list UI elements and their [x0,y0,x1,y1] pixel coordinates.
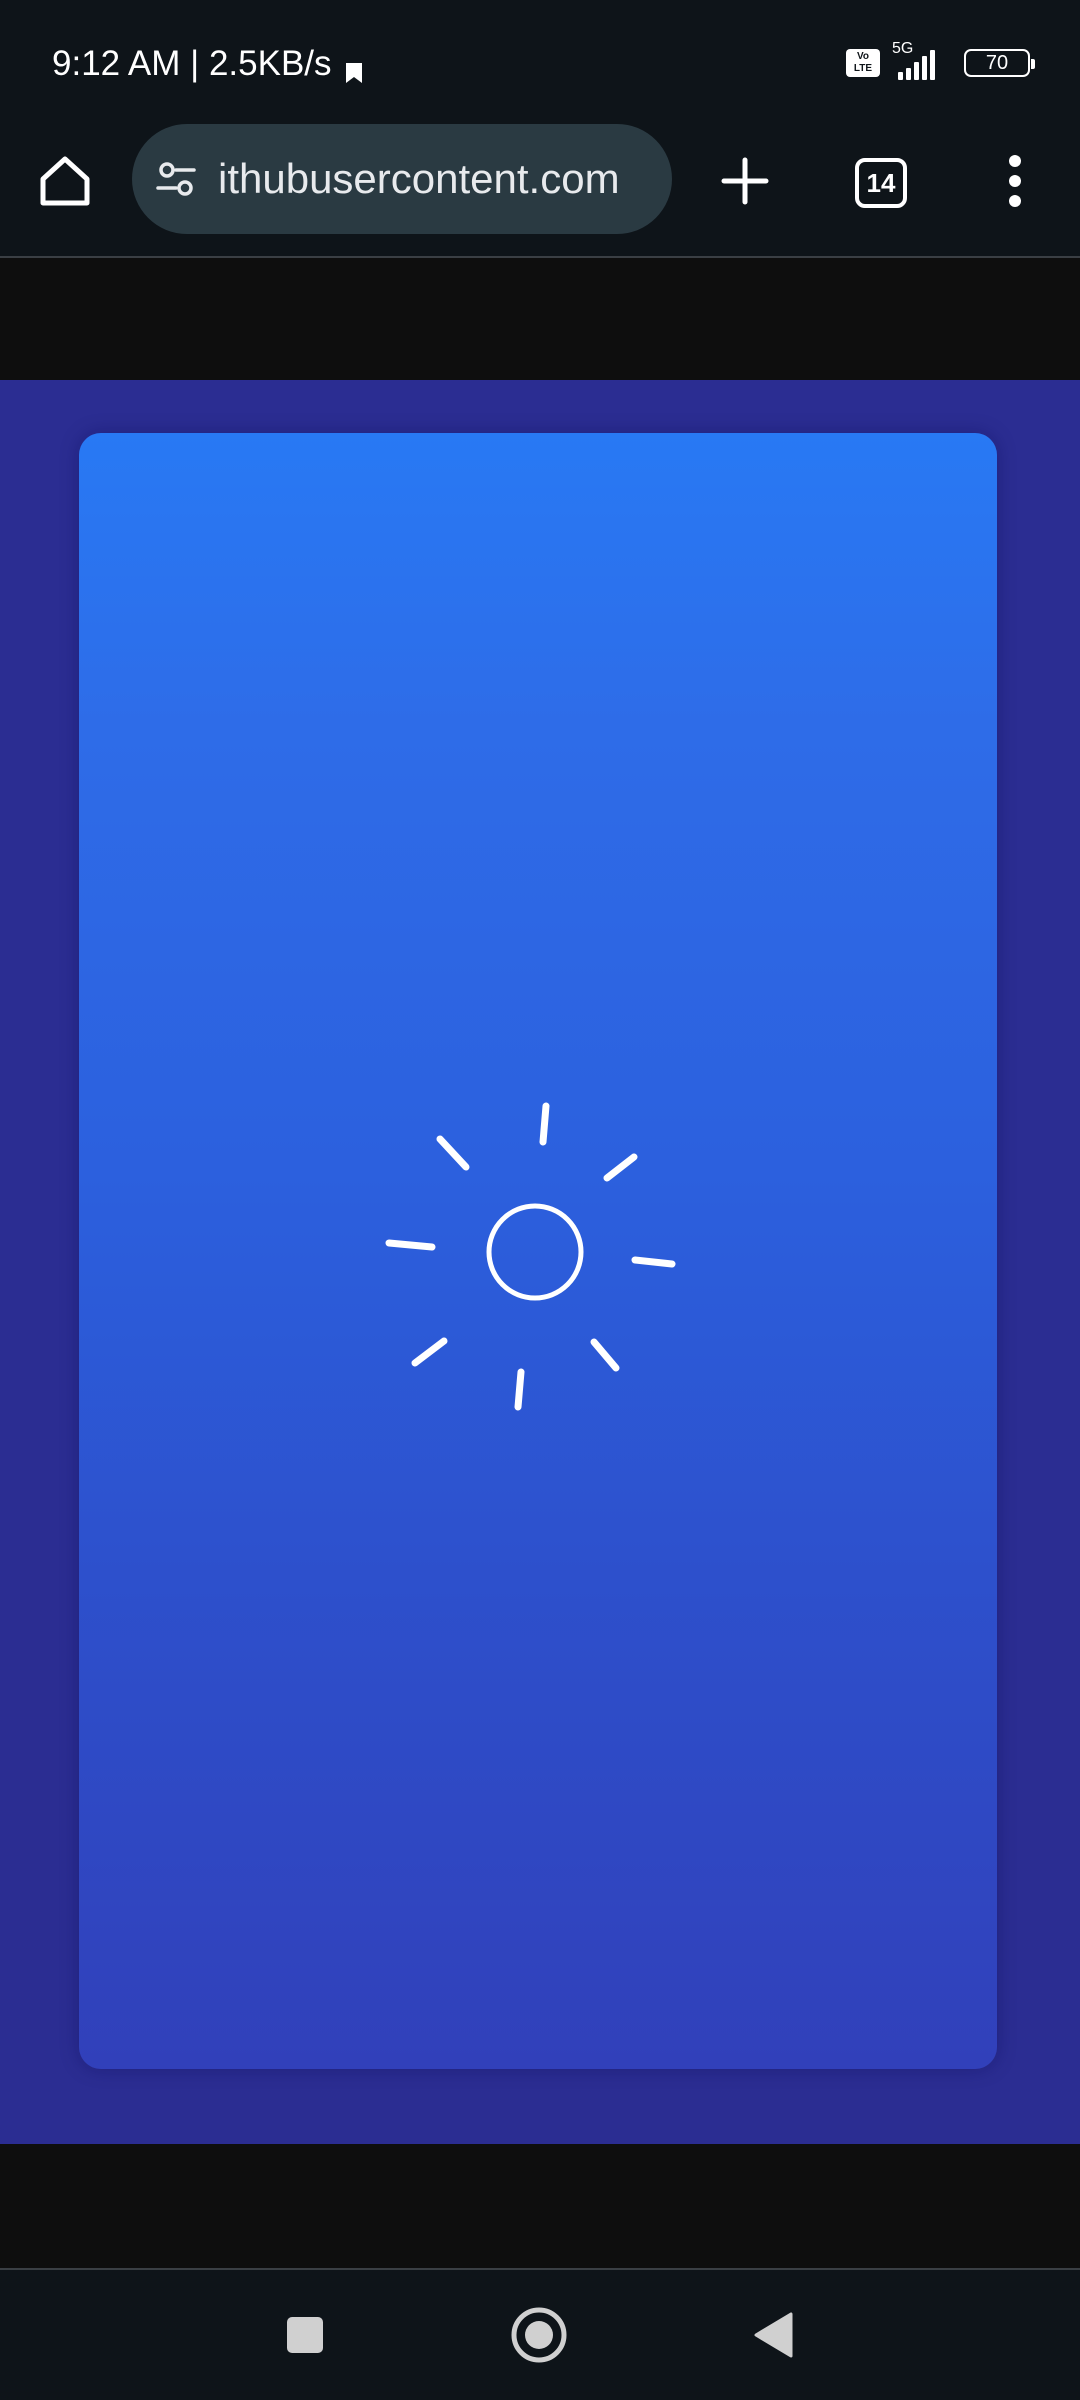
tab-switcher-icon: 14 [855,158,907,208]
volte-bottom-text: LTE [853,63,873,74]
notification-bookmark-icon [344,54,364,83]
battery-level: 70 [985,51,1009,74]
address-bar[interactable]: ithubusercontent.com [132,124,672,234]
volte-icon: Vo LTE [846,49,880,77]
recent-apps-icon [287,2317,323,2353]
back-button[interactable] [738,2300,808,2370]
network-type-label: 5G [892,40,914,57]
signal-bar [898,72,903,80]
page-bottom-band [0,2144,1080,2270]
home-button[interactable] [30,146,100,216]
loading-card [79,433,997,2069]
tab-count: 14 [866,167,896,198]
more-menu-button[interactable] [980,146,1050,216]
back-icon [754,2312,793,2358]
site-settings-icon[interactable] [154,157,198,201]
signal-bar [922,56,927,80]
system-navigation-bar [0,2270,1080,2400]
system-home-button[interactable] [504,2300,574,2370]
signal-bar [930,50,935,80]
home-circle-icon [511,2307,567,2363]
page-top-band [0,260,1080,380]
volte-top-text: Vo [856,51,870,62]
tab-switcher-button[interactable]: 14 [846,148,916,218]
status-right: Vo LTE 5G 70 [846,40,1035,80]
plus-icon [721,157,769,205]
more-vert-icon [1009,155,1021,207]
signal-bar [906,68,911,80]
status-bar: 9:12 AM | 2.5KB/s Vo LTE 5G 70 [0,0,1080,124]
signal-bar [914,62,919,80]
signal-icon: 5G [892,40,952,80]
url-text[interactable]: ithubusercontent.com [218,155,620,203]
battery-icon: 70 [964,49,1035,77]
new-tab-button[interactable] [710,146,780,216]
home-icon [40,156,90,206]
status-time-speed: 9:12 AM | 2.5KB/s [52,44,332,83]
sun-icon [385,1102,676,1411]
recent-apps-button[interactable] [270,2300,340,2370]
browser-toolbar: ithubusercontent.com 14 [0,124,1080,258]
status-left: 9:12 AM | 2.5KB/s [52,44,364,84]
